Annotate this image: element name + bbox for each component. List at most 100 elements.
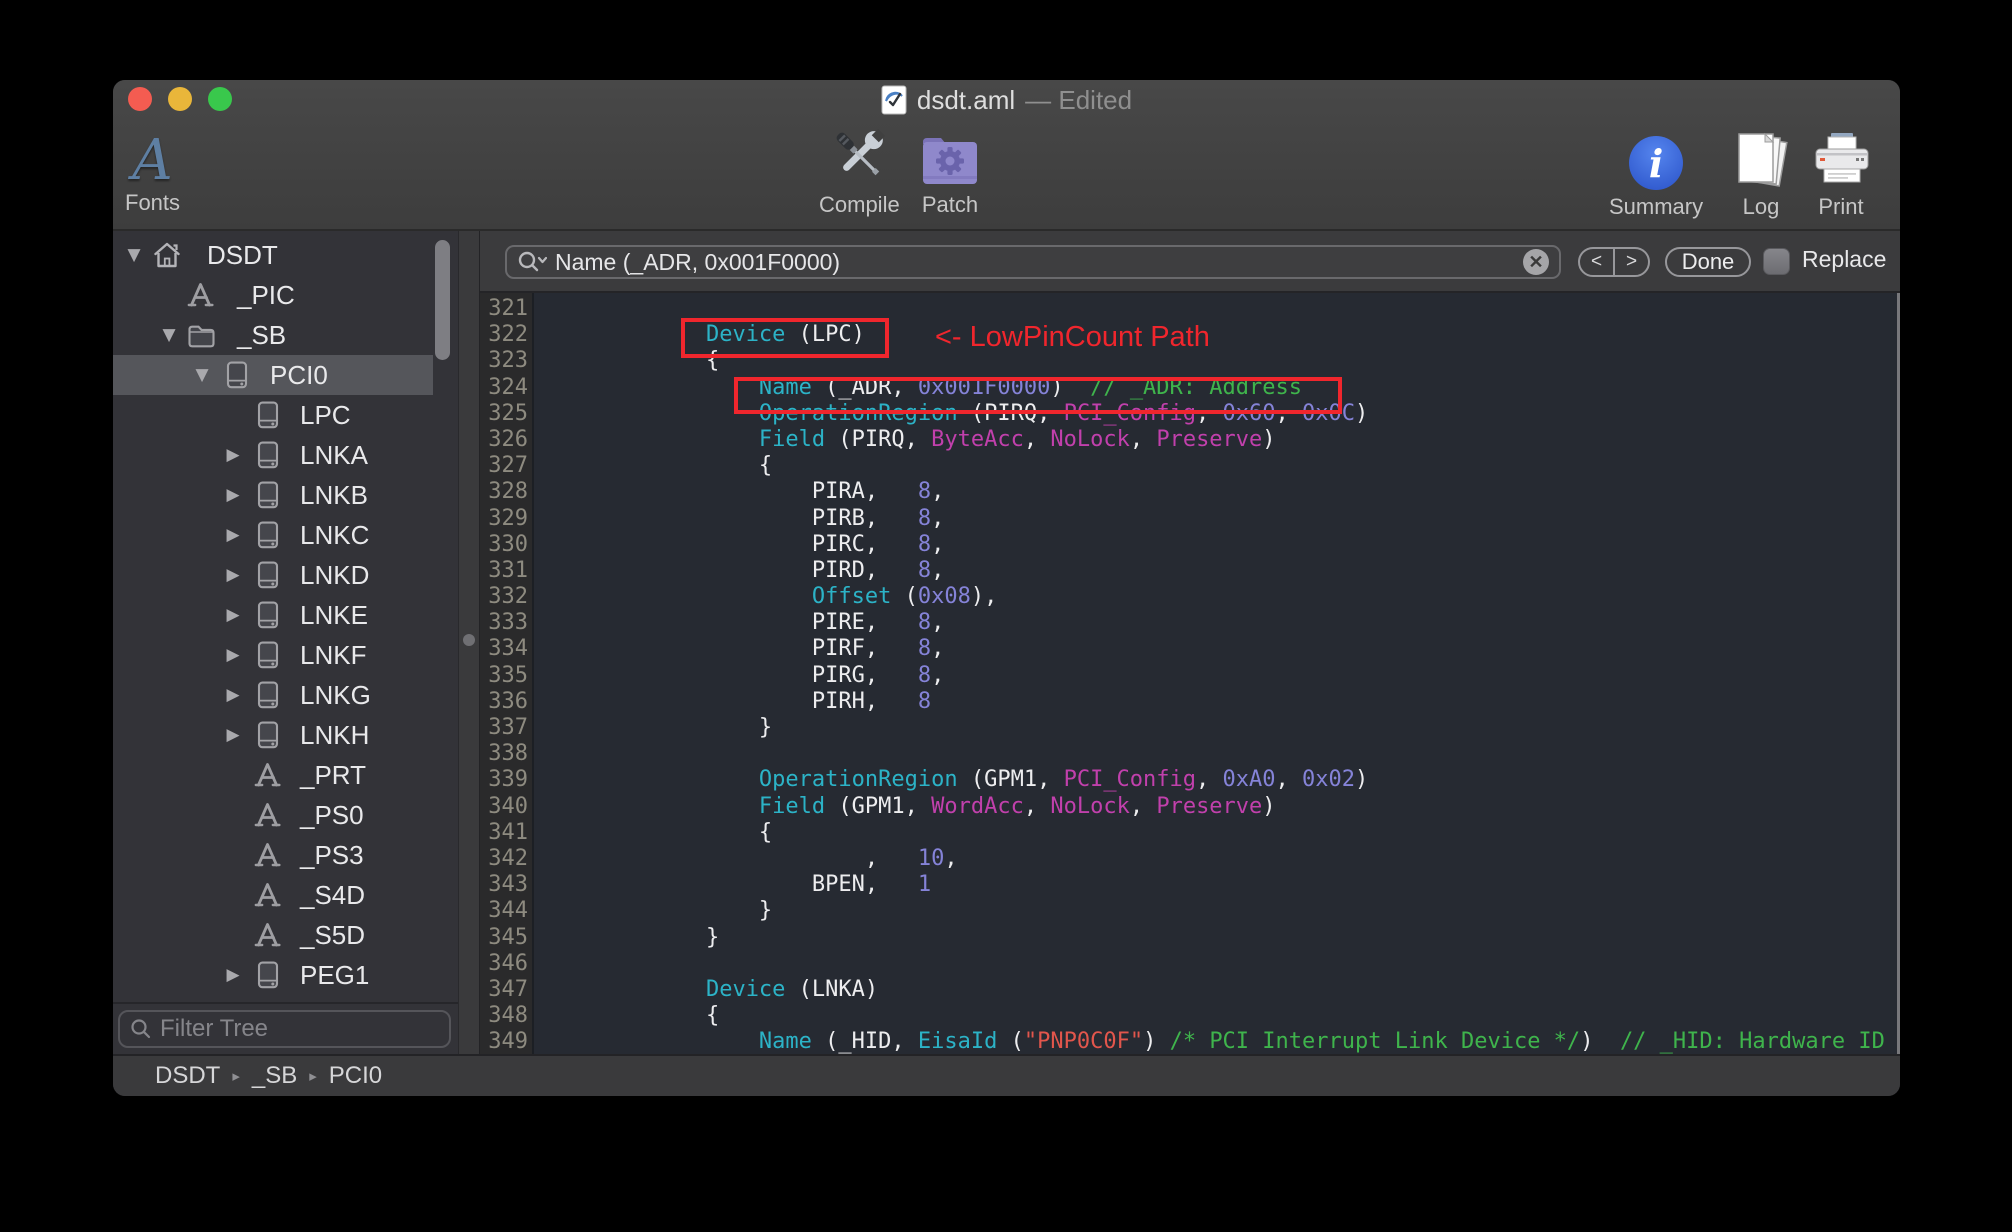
disclosure-closed-icon[interactable]: ▶ <box>224 725 242 745</box>
disclosure-closed-icon[interactable]: ▶ <box>224 525 242 545</box>
code-line[interactable]: 342 , 10, <box>480 846 1900 872</box>
code-line[interactable]: 346 <box>480 951 1900 977</box>
code-line-text: Offset (0x08), <box>811 584 998 610</box>
disclosure-open-icon[interactable]: ▼ <box>193 365 211 385</box>
compile-toolbar-button[interactable]: Compile <box>819 122 900 218</box>
tree-item-_ps3[interactable]: _PS3 <box>113 835 458 875</box>
fonts-toolbar-button[interactable]: A Fonts <box>125 124 180 216</box>
tree-item-_pic[interactable]: _PIC <box>113 275 458 315</box>
replace-checkbox[interactable] <box>1763 248 1790 275</box>
breadcrumb-separator-icon: ▸ <box>309 1067 317 1085</box>
code-line-text: PIRA, 8, <box>547 479 945 505</box>
tree-item-lnka[interactable]: ▶ LNKA <box>113 435 458 475</box>
breadcrumb-item-pci0[interactable]: PCI0 <box>329 1062 382 1090</box>
tree-item-pci0[interactable]: ▼ PCI0 <box>113 355 433 395</box>
editor-scrollbar-track[interactable] <box>1897 293 1900 1054</box>
code-line[interactable]: 341 { <box>480 820 1900 846</box>
tree-item-_prt[interactable]: _PRT <box>113 755 458 795</box>
code-line-text: OperationRegion (GPM1, PCI_Config, 0xA0,… <box>758 767 1369 793</box>
code-line[interactable]: 348 { <box>480 1003 1900 1029</box>
code-line[interactable]: 335 PIRG, 8, <box>480 663 1900 689</box>
device-icon <box>253 400 283 430</box>
summary-label: Summary <box>1609 194 1704 219</box>
code-line[interactable]: 330 PIRC, 8, <box>480 532 1900 558</box>
code-line[interactable]: 334 PIRF, 8, <box>480 636 1900 662</box>
line-number: 331 <box>488 557 528 583</box>
disclosure-closed-icon[interactable]: ▶ <box>224 685 242 705</box>
log-toolbar-button[interactable]: Log <box>1731 124 1791 220</box>
sidebar-scrollbar[interactable] <box>435 240 450 360</box>
find-next-button[interactable]: > <box>1615 249 1648 275</box>
find-input[interactable]: Name (_ADR, 0x001F0000) ✕ <box>505 245 1561 279</box>
device-icon <box>222 360 252 390</box>
compile-tools-icon <box>826 122 892 188</box>
code-line[interactable]: 339 OperationRegion (GPM1, PCI_Config, 0… <box>480 767 1900 793</box>
window-title-edited: — Edited <box>1025 84 1133 115</box>
tree-item-lnkf[interactable]: ▶ LNKF <box>113 635 458 675</box>
code-line[interactable]: 347 Device (LNKA) <box>480 977 1900 1003</box>
code-line[interactable]: 332 Offset (0x08), <box>480 584 1900 610</box>
code-line-text: PIRE, 8, <box>547 610 945 636</box>
disclosure-open-icon[interactable]: ▼ <box>125 245 143 265</box>
disclosure-closed-icon[interactable]: ▶ <box>224 605 242 625</box>
tree-item-_s5d[interactable]: _S5D <box>113 915 458 955</box>
summary-toolbar-button[interactable]: i Summary <box>1609 124 1703 220</box>
done-button[interactable]: Done <box>1665 247 1751 277</box>
clear-search-icon[interactable]: ✕ <box>1523 249 1549 275</box>
tree-item-lpc[interactable]: LPC <box>113 395 458 435</box>
tree-item-_s4d[interactable]: _S4D <box>113 875 458 915</box>
code-line[interactable]: 343 BPEN, 1 <box>480 872 1900 898</box>
tree-item-_sb[interactable]: ▼ _SB <box>113 315 458 355</box>
tree-item-label: _PS0 <box>300 799 364 830</box>
code-line[interactable]: 331 PIRD, 8, <box>480 558 1900 584</box>
tree-item-lnkc[interactable]: ▶ LNKC <box>113 515 458 555</box>
tree-item-label: LNKE <box>300 599 368 630</box>
folder-icon <box>186 320 216 350</box>
code-line[interactable]: 328 PIRA, 8, <box>480 479 1900 505</box>
code-line[interactable]: 333 PIRE, 8, <box>480 610 1900 636</box>
code-line[interactable]: 340 Field (GPM1, WordAcc, NoLock, Preser… <box>480 794 1900 820</box>
line-number: 344 <box>488 898 528 924</box>
code-editor[interactable]: 321 322 Device (LPC) 323 {324 Name (_ADR, … <box>480 293 1900 1054</box>
code-line[interactable]: 345 } <box>480 925 1900 951</box>
patch-toolbar-button[interactable]: Patch <box>919 122 981 218</box>
breadcrumb-item-dsdt[interactable]: DSDT <box>155 1062 220 1090</box>
print-toolbar-button[interactable]: Print <box>1811 124 1871 220</box>
breadcrumb-item-_sb[interactable]: _SB <box>252 1062 297 1090</box>
tree-item-label: LPC <box>300 399 351 430</box>
code-line-text: Field (PIRQ, ByteAcc, NoLock, Preserve) <box>758 426 1276 452</box>
code-line[interactable]: 337 } <box>480 715 1900 741</box>
tree-item-lnkd[interactable]: ▶ LNKD <box>113 555 458 595</box>
line-number: 324 <box>488 374 528 400</box>
disclosure-closed-icon[interactable]: ▶ <box>224 565 242 585</box>
code-line[interactable]: 344 } <box>480 898 1900 924</box>
disclosure-closed-icon[interactable]: ▶ <box>224 445 242 465</box>
breadcrumb-separator-icon: ▸ <box>232 1067 240 1085</box>
tree-item-lnke[interactable]: ▶ LNKE <box>113 595 458 635</box>
code-line[interactable]: 326 Field (PIRQ, ByteAcc, NoLock, Preser… <box>480 427 1900 453</box>
method-icon <box>253 920 283 950</box>
tree-item-lnkb[interactable]: ▶ LNKB <box>113 475 458 515</box>
disclosure-closed-icon[interactable]: ▶ <box>224 645 242 665</box>
filter-tree-input[interactable]: Filter Tree <box>118 1010 451 1048</box>
disclosure-open-icon[interactable]: ▼ <box>160 325 178 345</box>
code-line[interactable]: 336 PIRH, 8 <box>480 689 1900 715</box>
fonts-label: Fonts <box>125 190 181 215</box>
code-line[interactable]: 349 Name (_HID, EisaId ("PNP0C0F") /* PC… <box>480 1029 1900 1054</box>
code-line[interactable]: 327 { <box>480 453 1900 479</box>
find-previous-button[interactable]: < <box>1580 249 1615 275</box>
device-icon <box>253 560 283 590</box>
code-line[interactable]: 329 PIRB, 8, <box>480 506 1900 532</box>
tree-item-lnkh[interactable]: ▶ LNKH <box>113 715 458 755</box>
code-line[interactable]: 338 <box>480 741 1900 767</box>
line-number: 328 <box>488 479 528 505</box>
tree-item-_ps0[interactable]: _PS0 <box>113 795 458 835</box>
pane-splitter[interactable] <box>458 231 480 1054</box>
tree-item-dsdt[interactable]: ▼ DSDT <box>113 235 458 275</box>
disclosure-closed-icon[interactable]: ▶ <box>224 485 242 505</box>
disclosure-closed-icon[interactable]: ▶ <box>224 965 242 985</box>
tree-item-label: LNKC <box>300 519 370 550</box>
line-number: 341 <box>488 819 528 845</box>
tree-item-peg1[interactable]: ▶ PEG1 <box>113 955 458 995</box>
tree-item-lnkg[interactable]: ▶ LNKG <box>113 675 458 715</box>
